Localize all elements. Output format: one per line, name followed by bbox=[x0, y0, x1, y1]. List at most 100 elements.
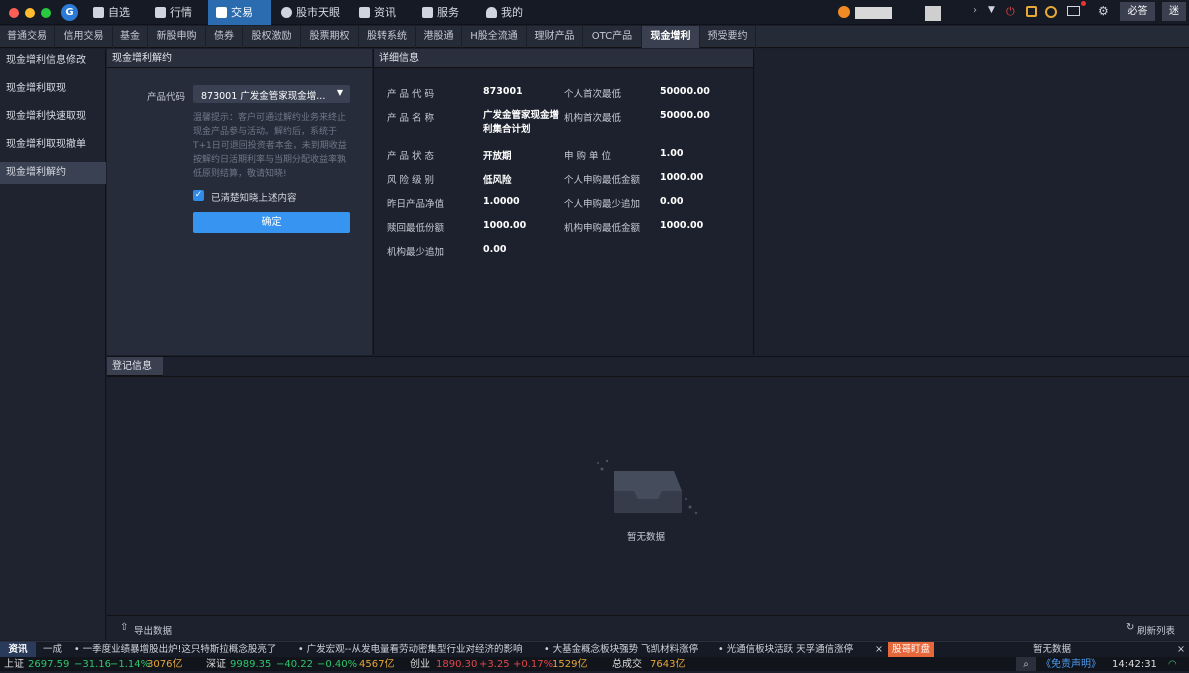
person-icon bbox=[486, 7, 497, 18]
eye-icon bbox=[281, 7, 292, 18]
detail-value: 0.00 bbox=[660, 196, 684, 207]
power-icon[interactable]: ⏻ bbox=[1006, 5, 1015, 19]
refresh-icon: ↻ bbox=[1126, 622, 1135, 633]
detail-label: 产 品 状 态 bbox=[387, 151, 435, 162]
clock: 14:42:31 bbox=[1112, 659, 1157, 670]
gear-icon[interactable]: ⚙ bbox=[1098, 4, 1109, 18]
disclaimer-link[interactable]: 《免责声明》 bbox=[1041, 657, 1101, 671]
sz-value: 9989.35 bbox=[230, 659, 272, 670]
user-avatar-icon[interactable] bbox=[838, 6, 850, 18]
minimize-window-icon[interactable] bbox=[25, 8, 35, 18]
ticker-item[interactable]: • 一季度业绩暴增股出炉!这只特斯拉概念股亮了 bbox=[74, 642, 276, 658]
tab-xinyong[interactable]: 信用交易 bbox=[55, 26, 113, 48]
detail-label: 机构申购最低金额 bbox=[564, 223, 641, 234]
sidebar-item-xinxixiugai[interactable]: 现金增利信息修改 bbox=[0, 50, 106, 72]
sh-label: 上证 bbox=[4, 659, 24, 670]
ticker-item[interactable]: • 广发宏观--从发电量看劳动密集型行业对经济的影响 bbox=[298, 642, 522, 658]
right-empty-panel bbox=[755, 49, 1189, 355]
ticker-right-close-button[interactable]: × bbox=[1177, 642, 1185, 658]
cy-pct: +0.17% bbox=[513, 659, 554, 670]
sidebar-item-jieyue[interactable]: 现金增利解约 bbox=[0, 162, 106, 184]
close-window-icon[interactable] bbox=[9, 8, 19, 18]
tab-guquanjili[interactable]: 股权激励 bbox=[243, 26, 301, 48]
username-redacted bbox=[855, 7, 892, 19]
ticker-item[interactable]: • 大基金概念板块强势 飞凯材料涨停 bbox=[544, 642, 698, 658]
tab-putong[interactable]: 普通交易 bbox=[0, 26, 55, 48]
detail-value: 0.00 bbox=[483, 244, 507, 255]
sidebar-item-kuaisuquxian[interactable]: 现金增利快速取现 bbox=[0, 106, 106, 128]
cy-vol: 1529亿 bbox=[552, 659, 588, 670]
tab-guzhuan[interactable]: 股转系统 bbox=[359, 26, 416, 48]
ticker-close-button[interactable]: × bbox=[875, 642, 883, 658]
sidebar-item-quxian[interactable]: 现金增利取现 bbox=[0, 78, 106, 100]
ticker-tag[interactable]: 资讯 bbox=[0, 642, 36, 658]
refresh-list-button[interactable]: 刷新列表 bbox=[1137, 623, 1175, 637]
tab-otc[interactable]: OTC产品 bbox=[583, 26, 642, 48]
sidebar-item-quxianchedan[interactable]: 现金增利取现撤单 bbox=[0, 134, 106, 156]
sz-vol: 4567亿 bbox=[359, 659, 395, 670]
gavel-icon bbox=[216, 7, 227, 18]
briefcase-icon bbox=[422, 7, 433, 18]
product-code-label: 产品代码 bbox=[147, 92, 186, 103]
tab-gupiaoqiquan[interactable]: 股票期权 bbox=[301, 26, 359, 48]
star-box-icon bbox=[93, 7, 104, 18]
sz-pct: −0.40% bbox=[317, 659, 358, 670]
lock-icon[interactable] bbox=[1026, 6, 1037, 17]
detail-value: 1.00 bbox=[660, 148, 684, 159]
ticker-tag2: 一成 bbox=[43, 644, 63, 655]
product-code-select[interactable]: 873001 广发金管家现金增... ▼ bbox=[193, 85, 350, 103]
confirm-button[interactable]: 确定 bbox=[193, 212, 350, 233]
tab-xingushengou[interactable]: 新股申购 bbox=[148, 26, 206, 48]
account-redacted bbox=[925, 6, 941, 21]
nav-zixuan[interactable]: 自选 bbox=[89, 0, 130, 25]
tab-xianjinzengli[interactable]: 现金增利 bbox=[642, 26, 700, 48]
export-data-button[interactable]: 导出数据 bbox=[134, 623, 172, 637]
register-divider bbox=[107, 376, 1189, 377]
bida-button[interactable]: 必答 bbox=[1120, 2, 1155, 21]
nav-hangqing[interactable]: 行情 bbox=[151, 0, 192, 25]
cy-label: 创业 bbox=[410, 659, 430, 670]
detail-label: 个人申购最低金额 bbox=[564, 175, 641, 186]
tab-licai[interactable]: 理财产品 bbox=[527, 26, 583, 48]
register-panel: 登记信息 暂无数据 ⇧ 导出数据 ↻ 刷新列表 bbox=[107, 356, 1189, 640]
nav-fuwu[interactable]: 服务 bbox=[418, 0, 459, 25]
account-separator-icon: › bbox=[973, 5, 977, 16]
tab-jijin[interactable]: 基金 bbox=[113, 26, 148, 48]
tip-text: 温馨提示：客户可通过解约业务来终止现金产品参与活动。解约后，系统于T+1日可退回… bbox=[193, 113, 347, 179]
cy-change: +3.25 bbox=[479, 659, 510, 670]
detail-value: 1.0000 bbox=[483, 196, 520, 207]
coin-icon[interactable] bbox=[1045, 6, 1057, 18]
confirm-checkbox[interactable]: ✓ bbox=[193, 190, 204, 201]
nav-jiaoyi[interactable]: 交易 bbox=[208, 0, 271, 25]
checkbox-label: 已清楚知晓上述内容 bbox=[211, 193, 297, 204]
sh-pct: −1.14% bbox=[110, 659, 151, 670]
account-dropdown-icon[interactable]: ▼ bbox=[988, 5, 995, 15]
tab-yushouyaoyue[interactable]: 预受要约 bbox=[700, 26, 756, 48]
ticker-item[interactable]: • 光通信板块活跃 天孚通信涨停 bbox=[718, 642, 853, 658]
notification-dot bbox=[1081, 1, 1086, 6]
guge-dingpan-badge[interactable]: 股哥盯盘 bbox=[888, 642, 934, 658]
chevron-down-icon: ▼ bbox=[336, 88, 343, 97]
detail-label: 申 购 单 位 bbox=[564, 151, 612, 162]
tab-ganggutong[interactable]: 港股通 bbox=[416, 26, 462, 48]
search-icon[interactable]: ⌕ bbox=[1016, 657, 1036, 671]
nav-wode[interactable]: 我的 bbox=[482, 0, 523, 25]
wifi-icon: ◠ bbox=[1168, 659, 1177, 670]
maximize-window-icon[interactable] bbox=[41, 8, 51, 18]
form-panel-title: 现金增利解约 bbox=[107, 49, 372, 68]
news-ticker: 资讯 一成 • 一季度业绩暴增股出炉!这只特斯拉概念股亮了 • 广发宏观--从发… bbox=[0, 641, 1189, 658]
empty-data-text: 暂无数据 bbox=[627, 532, 666, 543]
tab-h-quanliutong[interactable]: H股全流通 bbox=[462, 26, 527, 48]
sh-value: 2697.59 bbox=[28, 659, 70, 670]
detail-label: 个人首次最低 bbox=[564, 89, 622, 100]
mi-button[interactable]: 迷 bbox=[1162, 2, 1186, 21]
sz-change: −40.22 bbox=[276, 659, 314, 670]
top-nav-bar: G 自选 行情 交易 股市天眼 资讯 服务 我的 › ▼ ⏻ ⚙ 必答 迷 bbox=[0, 0, 1189, 25]
tab-zhaiquan[interactable]: 债券 bbox=[206, 26, 243, 48]
register-panel-title: 登记信息 bbox=[107, 357, 163, 376]
total-label: 总成交 bbox=[612, 659, 642, 670]
mail-icon[interactable] bbox=[1067, 6, 1080, 16]
nav-zixun[interactable]: 资讯 bbox=[355, 0, 396, 25]
nav-gushitianyan[interactable]: 股市天眼 bbox=[277, 0, 340, 25]
detail-value: 广发金管家现金增利集合计划 bbox=[483, 110, 560, 135]
